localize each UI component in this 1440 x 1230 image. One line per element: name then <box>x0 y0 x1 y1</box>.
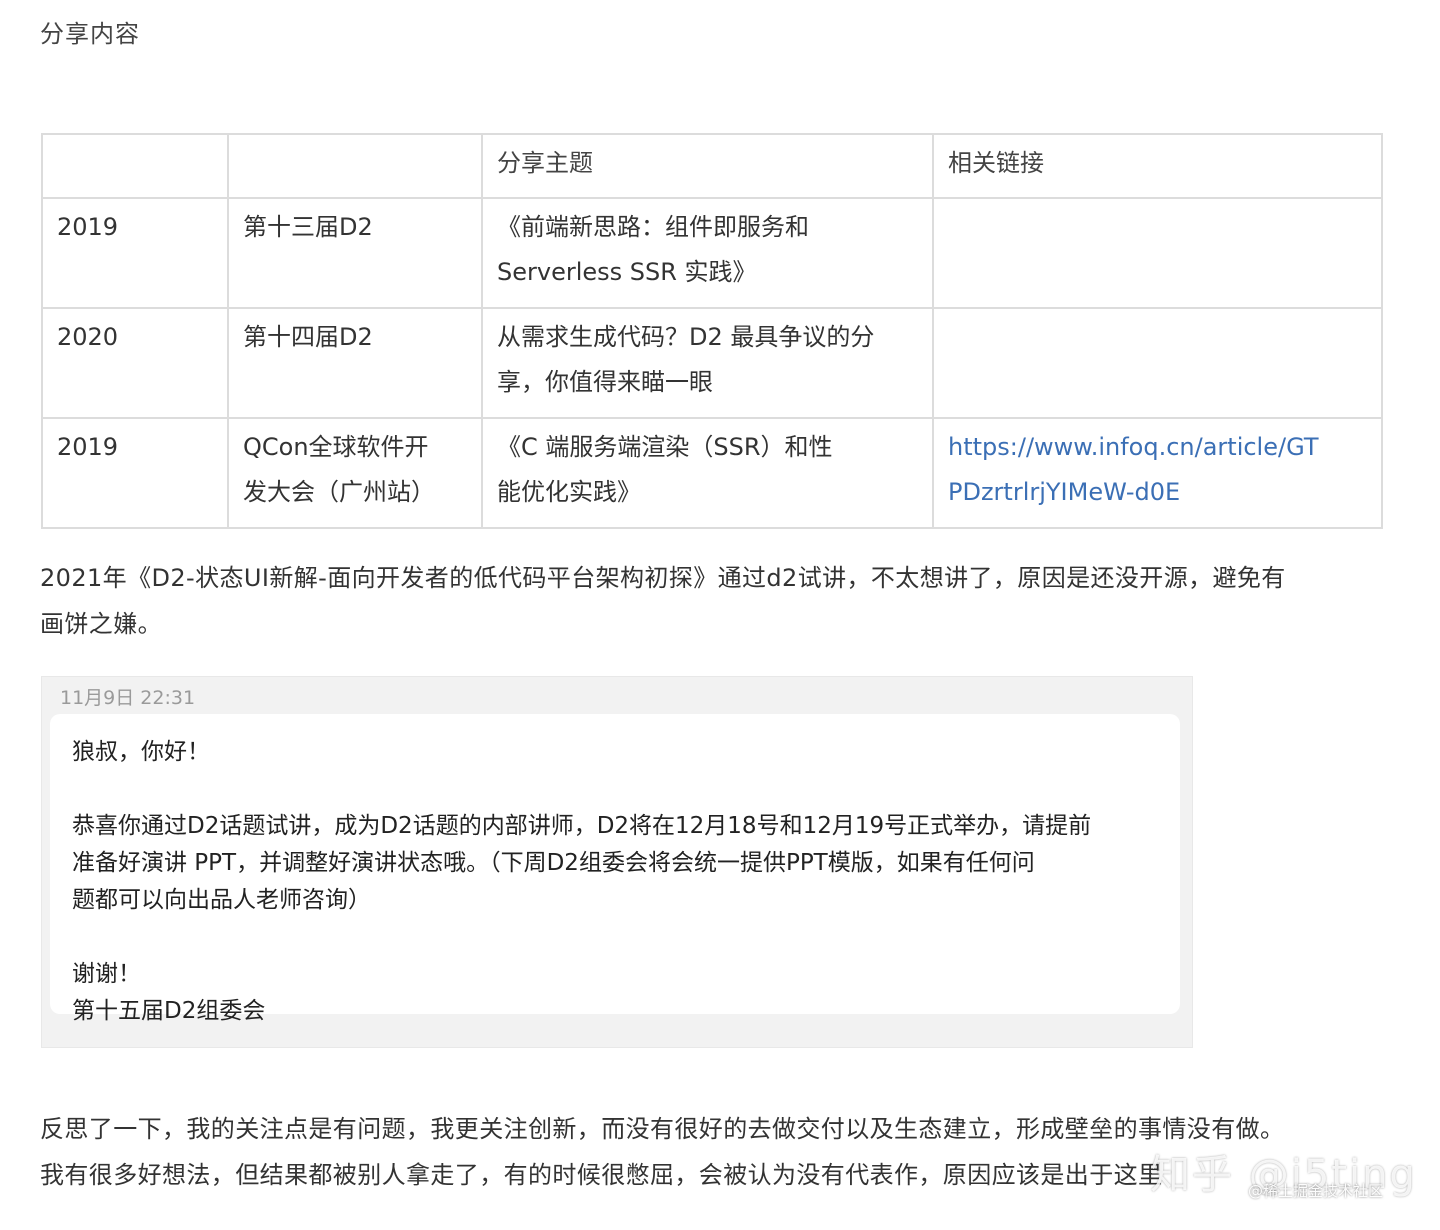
message-screenshot: 11月9日 22:31 狼叔，你好！ 恭喜你通过D2话题试讲，成为D2话题的内部… <box>41 676 1193 1048</box>
message-date: 11月9日 22:31 <box>60 687 196 709</box>
topic-line: 享，你值得来瞄一眼 <box>497 368 713 396</box>
paragraph-line: 画饼之嫌。 <box>40 610 162 638</box>
cell-link <box>932 307 1383 419</box>
topic-line: Serverless SSR 实践》 <box>497 258 757 286</box>
cell-link: https://www.infoq.cn/article/GT PDzrtrlr… <box>932 417 1383 529</box>
link-line: https://www.infoq.cn/article/GT <box>948 433 1319 461</box>
event-line: 发大会（广州站） <box>243 478 435 506</box>
topic-line: 《前端新思路：组件即服务和 <box>497 213 809 241</box>
cell-topic: 从需求生成代码？D2 最具争议的分 享，你值得来瞄一眼 <box>481 307 934 419</box>
juejin-watermark: @稀土掘金技术社区 <box>1248 1182 1384 1200</box>
paragraph-line: 2021年《D2-状态UI新解-面向开发者的低代码平台架构初探》通过d2试讲，不… <box>40 564 1286 592</box>
cell-event: 第十三届D2 <box>227 197 483 309</box>
header-topic: 分享主题 <box>481 133 934 199</box>
message-thanks: 谢谢！ <box>72 961 141 987</box>
header-year <box>41 133 229 199</box>
cell-event: QCon全球软件开 发大会（广州站） <box>227 417 483 529</box>
cell-topic: 《前端新思路：组件即服务和 Serverless SSR 实践》 <box>481 197 934 309</box>
message-card: 狼叔，你好！ 恭喜你通过D2话题试讲，成为D2话题的内部讲师，D2将在12月18… <box>50 714 1180 1024</box>
topic-line: 从需求生成代码？D2 最具争议的分 <box>497 323 875 351</box>
message-body-line: 题都可以向出品人老师咨询） <box>72 887 371 913</box>
cell-year: 2019 <box>41 197 229 309</box>
cell-topic: 《C 端服务端渲染（SSR）和性 能优化实践》 <box>481 417 934 529</box>
table-row: 2019 QCon全球软件开 发大会（广州站） 《C 端服务端渲染（SSR）和性… <box>41 417 1383 529</box>
topic-line: 能优化实践》 <box>497 478 641 506</box>
cell-event: 第十四届D2 <box>227 307 483 419</box>
table-header-row: 分享主题 相关链接 <box>41 133 1383 199</box>
event-line: QCon全球软件开 <box>243 433 429 461</box>
header-event <box>227 133 483 199</box>
cell-year: 2020 <box>41 307 229 419</box>
message-signature: 第十五届D2组委会 <box>72 998 266 1024</box>
table-row: 2020 第十四届D2 从需求生成代码？D2 最具争议的分 享，你值得来瞄一眼 <box>41 307 1383 419</box>
cell-link <box>932 197 1383 309</box>
table-row: 2019 第十三届D2 《前端新思路：组件即服务和 Serverless SSR… <box>41 197 1383 309</box>
message-body-line: 准备好演讲 PPT，并调整好演讲状态哦。（下周D2组委会将会统一提供PPT模版，… <box>72 850 1035 876</box>
topic-line: 《C 端服务端渲染（SSR）和性 <box>497 433 833 461</box>
header-link: 相关链接 <box>932 133 1383 199</box>
section-title: 分享内容 <box>40 20 140 48</box>
cell-year: 2019 <box>41 417 229 529</box>
infoq-article-link[interactable]: https://www.infoq.cn/article/GT PDzrtrlr… <box>948 425 1367 515</box>
share-table: 分享主题 相关链接 2019 第十三届D2 《前端新思路：组件即服务和 Serv… <box>41 133 1383 529</box>
paragraph-d2-2021: 2021年《D2-状态UI新解-面向开发者的低代码平台架构初探》通过d2试讲，不… <box>40 555 1410 647</box>
message-body-line: 恭喜你通过D2话题试讲，成为D2话题的内部讲师，D2将在12月18号和12月19… <box>72 813 1092 839</box>
link-line: PDzrtrlrjYIMeW-d0E <box>948 478 1181 506</box>
message-greeting: 狼叔，你好！ <box>72 739 210 765</box>
